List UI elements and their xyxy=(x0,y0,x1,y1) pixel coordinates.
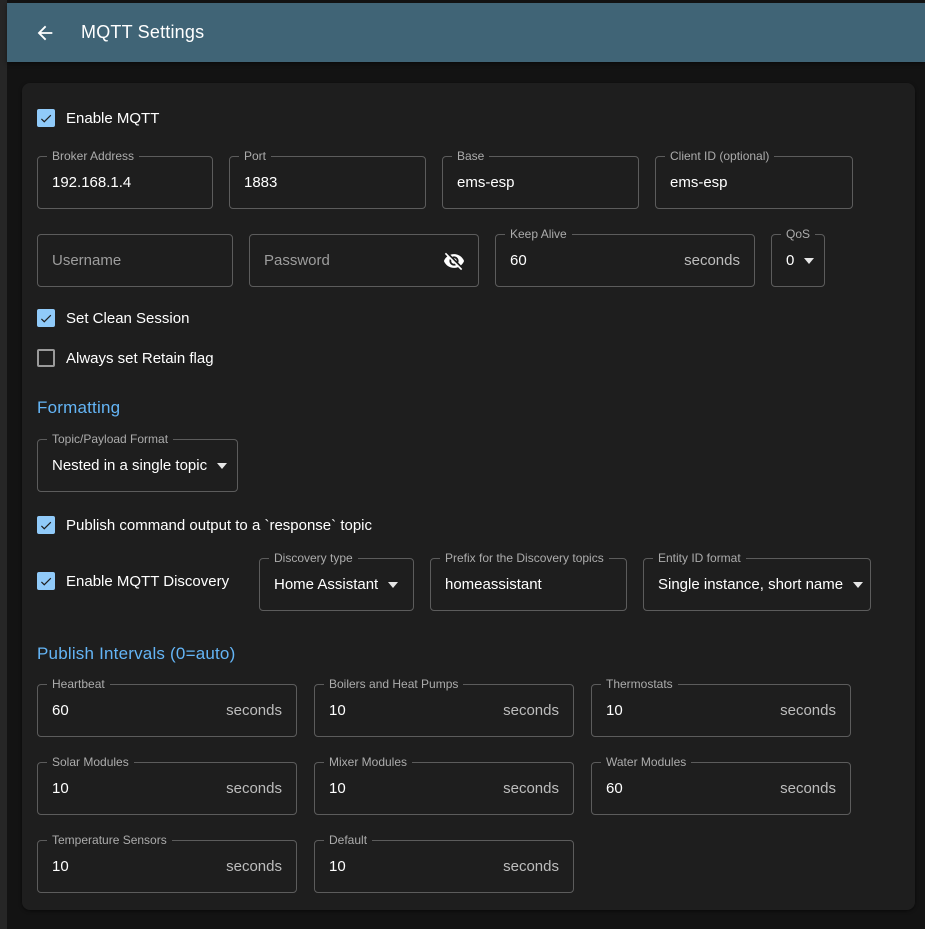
seconds-suffix: seconds xyxy=(503,702,573,719)
mixer-modules-field: Mixer Modules seconds xyxy=(314,762,574,815)
settings-card: Enable MQTT Broker Address Port Base Cli… xyxy=(22,83,915,910)
checkbox-icon[interactable] xyxy=(37,309,55,327)
broker-address-field: Broker Address xyxy=(37,156,213,209)
discovery-prefix-input[interactable] xyxy=(431,559,626,610)
seconds-suffix: seconds xyxy=(780,702,850,719)
checkbox-label: Enable MQTT xyxy=(66,110,159,127)
temperature-sensors-field: Temperature Sensors seconds xyxy=(37,840,297,893)
chevron-down-icon xyxy=(388,582,398,588)
password-input[interactable] xyxy=(250,235,436,286)
keep-alive-field: Keep Alive seconds xyxy=(495,234,755,287)
checkbox-label: Publish command output to a `response` t… xyxy=(66,517,372,534)
field-label: Heartbeat xyxy=(47,677,110,692)
entity-id-format-value: Single instance, short name xyxy=(644,576,843,593)
client-id-field: Client ID (optional) xyxy=(655,156,853,209)
password-field xyxy=(249,234,479,287)
publish-intervals-heading: Publish Intervals (0=auto) xyxy=(37,644,900,664)
toggle-password-visibility-button[interactable] xyxy=(436,243,472,279)
discovery-type-value: Home Assistant xyxy=(260,576,378,593)
field-label: Boilers and Heat Pumps xyxy=(324,677,463,692)
enable-discovery-checkbox[interactable]: Enable MQTT Discovery xyxy=(37,572,243,590)
checkbox-icon[interactable] xyxy=(37,349,55,367)
port-input[interactable] xyxy=(230,157,425,208)
thermostats-input[interactable] xyxy=(592,685,780,736)
water-modules-input[interactable] xyxy=(592,763,780,814)
appbar: MQTT Settings xyxy=(7,3,925,62)
field-label: Water Modules xyxy=(601,755,691,770)
window-left-edge xyxy=(0,0,7,929)
topic-format-value: Nested in a single topic xyxy=(38,457,207,474)
field-label: Broker Address xyxy=(47,149,139,164)
field-label: Solar Modules xyxy=(47,755,134,770)
base-input[interactable] xyxy=(443,157,638,208)
discovery-type-select[interactable]: Discovery type Home Assistant xyxy=(259,558,414,611)
heartbeat-input[interactable] xyxy=(38,685,226,736)
enable-mqtt-checkbox[interactable]: Enable MQTT xyxy=(37,109,900,127)
default-interval-input[interactable] xyxy=(315,841,503,892)
field-label: Keep Alive xyxy=(505,227,572,242)
seconds-suffix: seconds xyxy=(503,858,573,875)
topic-format-select[interactable]: Topic/Payload Format Nested in a single … xyxy=(37,439,238,492)
qos-select[interactable]: QoS 0 xyxy=(771,234,825,287)
default-interval-field: Default seconds xyxy=(314,840,574,893)
entity-id-format-select[interactable]: Entity ID format Single instance, short … xyxy=(643,558,871,611)
checkbox-icon[interactable] xyxy=(37,572,55,590)
seconds-suffix: seconds xyxy=(226,702,296,719)
field-label: Topic/Payload Format xyxy=(47,432,173,447)
boilers-input[interactable] xyxy=(315,685,503,736)
seconds-suffix: seconds xyxy=(684,252,754,269)
field-label: Discovery type xyxy=(269,551,358,566)
visibility-off-icon xyxy=(443,250,465,272)
field-label: Mixer Modules xyxy=(324,755,412,770)
thermostats-field: Thermostats seconds xyxy=(591,684,851,737)
seconds-suffix: seconds xyxy=(503,780,573,797)
username-field xyxy=(37,234,233,287)
keep-alive-input[interactable] xyxy=(496,235,684,286)
page-title: MQTT Settings xyxy=(81,22,204,43)
field-label: Client ID (optional) xyxy=(665,149,774,164)
client-id-input[interactable] xyxy=(656,157,852,208)
field-label: Default xyxy=(324,833,372,848)
checkbox-label: Set Clean Session xyxy=(66,310,189,327)
seconds-suffix: seconds xyxy=(780,780,850,797)
port-field: Port xyxy=(229,156,426,209)
field-label: Port xyxy=(239,149,271,164)
field-label: Thermostats xyxy=(601,677,678,692)
publish-response-checkbox[interactable]: Publish command output to a `response` t… xyxy=(37,516,900,534)
field-label: Entity ID format xyxy=(653,551,746,566)
chevron-down-icon xyxy=(804,258,814,264)
checkbox-icon[interactable] xyxy=(37,109,55,127)
seconds-suffix: seconds xyxy=(226,780,296,797)
username-input[interactable] xyxy=(38,235,232,286)
solar-modules-input[interactable] xyxy=(38,763,226,814)
retain-flag-checkbox[interactable]: Always set Retain flag xyxy=(37,349,900,367)
qos-value: 0 xyxy=(772,252,794,269)
checkbox-icon[interactable] xyxy=(37,516,55,534)
clean-session-checkbox[interactable]: Set Clean Session xyxy=(37,309,900,327)
chevron-down-icon xyxy=(853,582,863,588)
checkbox-label: Enable MQTT Discovery xyxy=(66,573,229,590)
formatting-heading: Formatting xyxy=(37,398,900,418)
discovery-prefix-field: Prefix for the Discovery topics xyxy=(430,558,627,611)
field-label: Prefix for the Discovery topics xyxy=(440,551,609,566)
back-button[interactable] xyxy=(25,13,65,53)
boilers-field: Boilers and Heat Pumps seconds xyxy=(314,684,574,737)
field-label: Base xyxy=(452,149,489,164)
field-label: Temperature Sensors xyxy=(47,833,172,848)
publish-intervals-grid: Heartbeat seconds Boilers and Heat Pumps… xyxy=(37,684,900,893)
temperature-sensors-input[interactable] xyxy=(38,841,226,892)
checkbox-label: Always set Retain flag xyxy=(66,350,214,367)
heartbeat-field: Heartbeat seconds xyxy=(37,684,297,737)
water-modules-field: Water Modules seconds xyxy=(591,762,851,815)
mixer-modules-input[interactable] xyxy=(315,763,503,814)
arrow-left-icon xyxy=(34,22,56,44)
chevron-down-icon xyxy=(217,463,227,469)
solar-modules-field: Solar Modules seconds xyxy=(37,762,297,815)
seconds-suffix: seconds xyxy=(226,858,296,875)
broker-address-input[interactable] xyxy=(38,157,212,208)
base-field: Base xyxy=(442,156,639,209)
field-label: QoS xyxy=(781,227,815,242)
